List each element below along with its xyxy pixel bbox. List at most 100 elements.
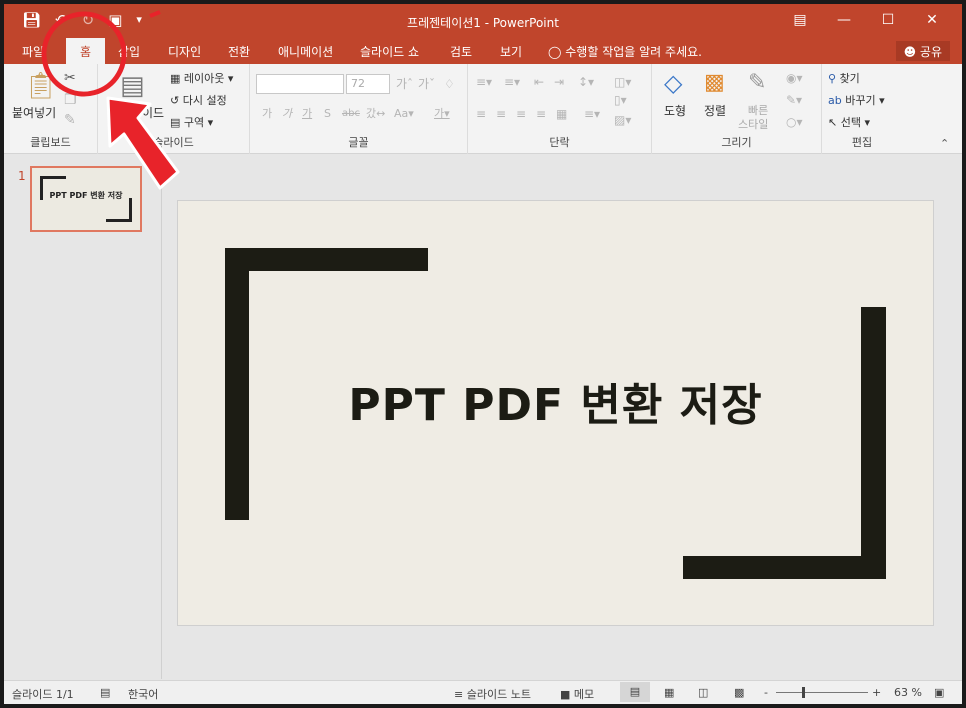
quick-styles-line2[interactable]: 스타일 bbox=[738, 116, 768, 132]
collapse-ribbon-icon[interactable]: ⌃ bbox=[940, 136, 949, 152]
new-slide-button[interactable]: 이드 bbox=[142, 104, 164, 121]
person-icon: ☻ bbox=[903, 45, 917, 59]
tab-animations[interactable]: 애니메이션 bbox=[278, 43, 333, 60]
tell-me-box[interactable]: ◯ 수행할 작업을 알려 주세요. bbox=[548, 43, 702, 60]
status-bar: 슬라이드 1/1 ▤ 한국어 ≡ 슬라이드 노트 ■ 메모 ▤ ▦ ◫ ▩ - … bbox=[4, 680, 962, 704]
slide-sorter-icon[interactable]: ▦ bbox=[664, 686, 674, 699]
normal-view-icon[interactable]: ▤ bbox=[620, 682, 650, 702]
bullets-icon[interactable]: ≡▾ bbox=[476, 74, 492, 90]
quick-styles-icon[interactable]: ✎ bbox=[748, 70, 766, 96]
notes-icon: ≡ bbox=[454, 688, 464, 701]
arrange-button[interactable]: 정렬 bbox=[704, 102, 726, 119]
section-button[interactable]: ▤ 구역 ▾ bbox=[170, 114, 213, 130]
columns-icon[interactable]: ◫▾ bbox=[614, 74, 631, 90]
text-direction-icon[interactable]: ≡▾ bbox=[584, 106, 600, 122]
cut-icon[interactable]: ✂ bbox=[64, 70, 76, 86]
reading-view-icon[interactable]: ◫ bbox=[698, 686, 708, 699]
slideshow-icon[interactable]: ▩ bbox=[734, 686, 744, 699]
italic-icon[interactable]: 가 bbox=[282, 106, 292, 122]
paste-icon[interactable]: 📋︎ bbox=[24, 72, 57, 100]
numbering-icon[interactable]: ≡▾ bbox=[504, 74, 520, 90]
decrease-indent-icon[interactable]: ⇤ bbox=[534, 74, 544, 90]
close-icon[interactable]: ✕ bbox=[910, 10, 954, 30]
format-painter-icon[interactable]: ✎ bbox=[64, 112, 76, 128]
minimize-icon[interactable]: — bbox=[822, 10, 866, 30]
justify-icon[interactable]: ≡ bbox=[536, 106, 546, 122]
zoom-slider-thumb[interactable] bbox=[802, 687, 805, 698]
copy-icon[interactable]: ❐ bbox=[64, 92, 77, 108]
powerpoint-window: 💾︎ ↶ ↻ ▣ ▾ 프레젠테이션1 - PowerPoint ▤ — ☐ ✕ … bbox=[4, 4, 962, 704]
zoom-level[interactable]: 63 % bbox=[894, 686, 922, 699]
paste-button[interactable]: 붙여넣기 bbox=[12, 104, 56, 121]
change-case-icon[interactable]: Aa▾ bbox=[394, 106, 414, 122]
shapes-icon[interactable]: ◇ bbox=[664, 70, 682, 96]
zoom-slider[interactable] bbox=[776, 692, 868, 693]
comments-button[interactable]: ■ 메모 bbox=[560, 686, 594, 702]
bracket-bottom-horizontal bbox=[683, 556, 886, 579]
tab-design[interactable]: 디자인 bbox=[168, 43, 201, 60]
notes-button[interactable]: ≡ 슬라이드 노트 bbox=[454, 686, 531, 702]
tab-slideshow[interactable]: 슬라이드 쇼 bbox=[360, 43, 419, 60]
font-size-combo[interactable]: 72 bbox=[346, 74, 390, 94]
new-slide-icon[interactable]: ▤ bbox=[120, 72, 145, 100]
replace-button[interactable]: ab 바꾸기 ▾ bbox=[828, 92, 885, 108]
shape-fill-icon[interactable]: ◉▾ bbox=[786, 70, 803, 86]
align-text-icon[interactable]: ▯▾ bbox=[614, 92, 627, 108]
layout-button[interactable]: ▦ 레이아웃 ▾ bbox=[170, 70, 233, 86]
reset-icon: ↺ bbox=[170, 94, 180, 107]
group-font: 72 가ˆ 가ˇ ♢ 가 가 가 S abc 갔↔ Aa▾ 가▾ 글꼴 bbox=[250, 64, 468, 154]
strikethrough-icon[interactable]: abc bbox=[342, 106, 360, 122]
language[interactable]: 한국어 bbox=[128, 686, 158, 702]
shrink-font-icon[interactable]: 가ˇ bbox=[418, 76, 435, 92]
tab-home[interactable]: 홈 bbox=[66, 38, 106, 64]
arrange-icon[interactable]: ▩ bbox=[704, 70, 725, 96]
slide-canvas[interactable]: PPT PDF 변환 저장 bbox=[177, 200, 934, 626]
clear-format-icon[interactable]: ♢ bbox=[444, 76, 455, 92]
shapes-button[interactable]: 도형 bbox=[664, 102, 686, 119]
section-icon: ▤ bbox=[170, 116, 181, 129]
group-slides: ▤ 이드 ▦ 레이아웃 ▾ ↺ 다시 설정 ▤ 구역 ▾ 슬라이드 bbox=[98, 64, 250, 154]
font-name-combo[interactable] bbox=[256, 74, 344, 94]
tab-insert[interactable]: 삽입 bbox=[118, 43, 140, 60]
smartart-icon[interactable]: ▨▾ bbox=[614, 112, 631, 128]
align-left-icon[interactable]: ≡ bbox=[476, 106, 486, 122]
zoom-in-button[interactable]: + bbox=[872, 686, 881, 699]
select-button[interactable]: ↖ 선택 ▾ bbox=[828, 114, 870, 130]
slide-title[interactable]: PPT PDF 변환 저장 bbox=[178, 369, 933, 433]
share-button[interactable]: ☻ 공유 bbox=[895, 41, 950, 61]
tab-view[interactable]: 보기 bbox=[500, 43, 522, 60]
slide-count: 슬라이드 1/1 bbox=[12, 688, 74, 701]
editing-label: 편집 bbox=[851, 136, 873, 149]
increase-indent-icon[interactable]: ⇥ bbox=[554, 74, 564, 90]
tab-file[interactable]: 파일 bbox=[22, 43, 44, 60]
line-spacing-icon[interactable]: ↕▾ bbox=[578, 74, 594, 90]
ribbon: 📋︎ 붙여넣기 ✂ ❐ ✎ 클립보드 ▤ 이드 ▦ 레이아웃 ▾ ↺ 다시 설정… bbox=[4, 64, 962, 154]
fit-slide-icon[interactable]: ▣ bbox=[934, 686, 944, 699]
slides-label: 슬라이드 bbox=[153, 136, 194, 149]
ribbon-tabs: 파일 홈 삽입 디자인 전환 애니메이션 슬라이드 쇼 검토 보기 ◯ 수행할 … bbox=[4, 38, 962, 64]
font-color-icon[interactable]: 가▾ bbox=[434, 106, 450, 122]
shadow-icon[interactable]: S bbox=[324, 106, 331, 122]
underline-icon[interactable]: 가 bbox=[302, 106, 312, 122]
grow-font-icon[interactable]: 가ˆ bbox=[396, 76, 413, 92]
clipboard-label: 클립보드 bbox=[30, 136, 71, 149]
comment-icon: ■ bbox=[560, 688, 571, 701]
spelling-icon[interactable]: ▤ bbox=[100, 686, 110, 699]
shape-effects-icon[interactable]: ○▾ bbox=[786, 114, 803, 130]
thumb-bracket-bottom bbox=[106, 198, 132, 222]
maximize-icon[interactable]: ☐ bbox=[866, 10, 910, 30]
slide-thumbnail[interactable]: PPT PDF 변환 저장 bbox=[30, 166, 142, 232]
thumb-title: PPT PDF 변환 저장 bbox=[49, 191, 123, 200]
align-center-icon[interactable]: ≡ bbox=[496, 106, 506, 122]
tab-review[interactable]: 검토 bbox=[450, 43, 472, 60]
ribbon-display-icon[interactable]: ▤ bbox=[778, 10, 822, 30]
align-right-icon[interactable]: ≡ bbox=[516, 106, 526, 122]
spacing-icon[interactable]: 갔↔ bbox=[366, 106, 385, 122]
shape-outline-icon[interactable]: ✎▾ bbox=[786, 92, 802, 108]
bold-icon[interactable]: 가 bbox=[262, 106, 272, 122]
tab-transitions[interactable]: 전환 bbox=[228, 43, 250, 60]
reset-button[interactable]: ↺ 다시 설정 bbox=[170, 92, 227, 108]
distributed-icon[interactable]: ▦ bbox=[556, 106, 567, 122]
zoom-out-button[interactable]: - bbox=[764, 686, 768, 699]
find-button[interactable]: ⚲ 찾기 bbox=[828, 70, 860, 86]
